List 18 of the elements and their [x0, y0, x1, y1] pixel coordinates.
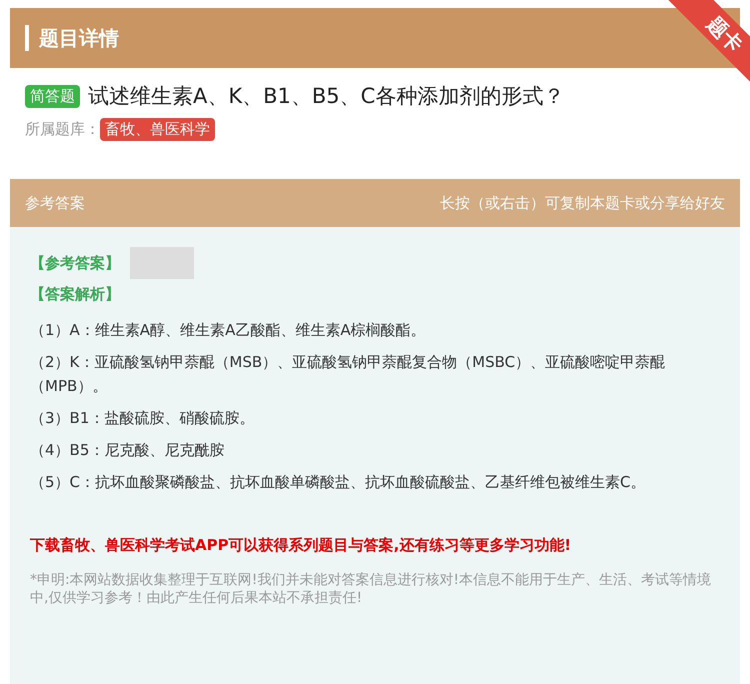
- answer-label: 【参考答案】: [30, 254, 120, 272]
- analysis-line: （2）K：亚硫酸氢钠甲萘醌（MSB）、亚硫酸氢钠甲萘醌复合物（MSBC）、亚硫酸嘧啶甲萘醌（MPB）。: [30, 352, 666, 397]
- title-marker: [25, 25, 29, 51]
- library-label: 所属题库：: [25, 120, 100, 139]
- share-hint: 长按（或右击）可复制本题卡或分享给好友: [440, 194, 725, 212]
- disclaimer-text: *申明:本网站数据收集整理于互联网!我们并未能对答案信息进行核对!本信息不能用于生产、生活、考试等情境中,仅供学习参考！由此产生任何后果本站不承担责任!: [30, 571, 712, 607]
- analysis-line: （1）A：维生素A醇、维生素A乙酸酯、维生素A棕榈酸酯。: [30, 320, 427, 341]
- analysis-label: 【答案解析】: [30, 285, 121, 304]
- answer-image-placeholder: [130, 247, 194, 279]
- page-title: 题目详情: [39, 24, 119, 52]
- promo-text: 下载畜牧、兽医科学考试APP可以获得系列题目与答案,还有练习等更多学习功能!: [30, 536, 572, 555]
- question-text: 试述维生素A、K、B1、B5、C各种添加剂的形式？: [88, 83, 564, 110]
- analysis-line: （3）B1：盐酸硫胺、硝酸硫胺。: [30, 408, 256, 429]
- analysis-line: （5）C：抗坏血酸聚磷酸盐、抗坏血酸单磷酸盐、抗坏血酸硫酸盐、乙基纤维包被维生素C。: [30, 472, 646, 493]
- analysis-line: （4）B5：尼克酸、尼克酰胺: [30, 440, 226, 461]
- library-tag[interactable]: 畜牧、兽医科学: [100, 118, 215, 141]
- question-type-tag: 简答题: [25, 84, 80, 108]
- answer-title: 参考答案: [25, 194, 85, 212]
